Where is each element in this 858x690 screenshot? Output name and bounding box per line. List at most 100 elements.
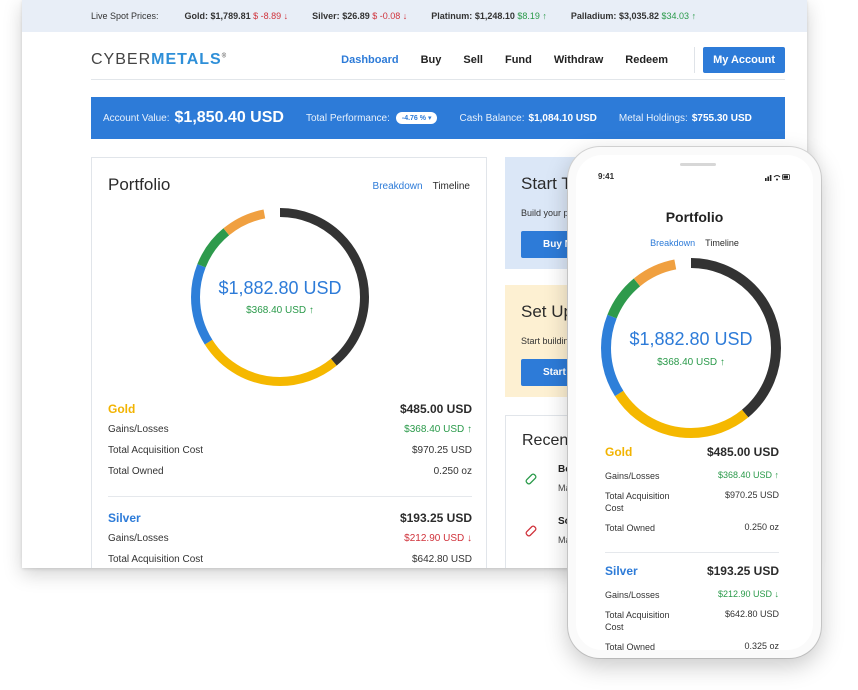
nav-link-withdraw[interactable]: Withdraw xyxy=(554,54,603,66)
silver-owned-row: Total Owned 0.325 oz xyxy=(605,641,779,650)
ticker-name: Platinum: xyxy=(431,11,473,21)
gains-value: $368.40 USD ↑ xyxy=(717,470,779,480)
phone-screen: 9:41 Portfolio Breakdown Timeline $1,882… xyxy=(576,155,813,650)
gains-label: Gains/Losses xyxy=(605,590,660,600)
gold-owned-row: Total Owned 0.250 oz xyxy=(108,466,472,477)
ticker-item-platinum: Platinum: $1,248.10 $8.19 ↑ xyxy=(431,11,547,21)
ticker-item-gold: Gold: $1,789.81 $ -8.89 ↓ xyxy=(185,11,289,21)
cost-value: $970.25 USD xyxy=(411,445,472,456)
donut-center: $1,882.80 USD $368.40 USD ↑ xyxy=(190,207,370,387)
owned-value: 0.250 oz xyxy=(433,466,472,477)
gold-gains-row: Gains/Losses $368.40 USD ↑ xyxy=(108,424,472,435)
divider xyxy=(108,496,472,497)
performance-label: Total Performance: xyxy=(305,112,390,124)
ticker-name: Palladium: xyxy=(570,11,617,21)
gold-header: Gold $485.00 USD xyxy=(108,402,472,416)
phone-donut-chart: $1,882.80 USD $368.40 USD ↑ xyxy=(600,257,782,439)
silver-value: $193.25 USD xyxy=(706,564,779,578)
tab-timeline[interactable]: Timeline xyxy=(705,238,739,248)
phone-time: 9:41 xyxy=(598,172,615,181)
owned-label: Total Owned xyxy=(108,466,164,477)
account-value-label: Account Value: xyxy=(103,112,170,124)
nav-links: Dashboard Buy Sell Fund Withdraw Redeem xyxy=(341,46,696,73)
nav-divider xyxy=(694,46,696,73)
tab-timeline[interactable]: Timeline xyxy=(433,181,470,192)
start-trading-text: Build your po xyxy=(521,208,574,218)
gold-value: $485.00 USD xyxy=(399,402,472,416)
portfolio-donut-chart: $1,882.80 USD $368.40 USD ↑ xyxy=(190,207,370,387)
phone-portfolio-title: Portfolio xyxy=(665,209,724,225)
cash-amount: $1,084.10 USD xyxy=(528,112,597,124)
gold-owned-row: Total Owned 0.250 oz xyxy=(605,522,779,534)
nav-link-redeem[interactable]: Redeem xyxy=(625,54,668,66)
gains-value: $368.40 USD ↑ xyxy=(404,424,472,435)
ticker-item-silver: Silver: $26.89 $ -0.08 ↓ xyxy=(312,11,407,21)
portfolio-gain: $368.40 USD ↑ xyxy=(246,305,314,316)
gold-header: Gold $485.00 USD xyxy=(605,445,779,459)
gold-value: $485.00 USD xyxy=(706,445,779,459)
ticker-change: $8.19 xyxy=(517,11,540,21)
gains-label: Gains/Losses xyxy=(605,471,660,481)
silver-breakdown: Silver $193.25 USD Gains/Losses $212.90 … xyxy=(605,564,779,650)
tab-breakdown[interactable]: Breakdown xyxy=(650,238,695,248)
silver-label: Silver xyxy=(108,511,141,525)
gold-cost-row: Total Acquisition Cost $970.25 USD xyxy=(108,445,472,456)
portfolio-title: Portfolio xyxy=(108,175,171,194)
bar-tag-icon xyxy=(525,473,537,485)
cost-label: Total Acquisition Cost xyxy=(605,610,670,632)
silver-gains-row: Gains/Losses $212.90 USD ↓ xyxy=(605,589,779,601)
portfolio-card: Portfolio Breakdown Timeline $1,882.80 U… xyxy=(91,157,487,568)
nav-link-sell[interactable]: Sell xyxy=(463,54,483,66)
holdings-amount: $755.30 USD xyxy=(691,112,752,124)
gold-label: Gold xyxy=(605,445,633,459)
silver-cost-row: Total Acquisition Cost $642.80 USD xyxy=(605,609,779,633)
gains-value: $212.90 USD ↓ xyxy=(717,589,779,599)
silver-breakdown: Silver $193.25 USD Gains/Losses $212.90 … xyxy=(108,511,472,568)
cost-value: $642.80 USD xyxy=(724,609,779,619)
tab-breakdown[interactable]: Breakdown xyxy=(373,181,423,192)
account-value-amount: $1,850.40 USD xyxy=(174,109,284,126)
bar-tag-icon xyxy=(525,525,537,537)
silver-header: Silver $193.25 USD xyxy=(108,511,472,525)
down-arrow-icon: ↓ xyxy=(402,11,408,21)
cost-label: Total Acquisition Cost xyxy=(108,554,204,565)
nav-link-dashboard[interactable]: Dashboard xyxy=(341,54,398,66)
portfolio-total: $1,882.80 USD xyxy=(629,328,753,349)
gold-breakdown: Gold $485.00 USD Gains/Losses $368.40 US… xyxy=(108,402,472,487)
portfolio-gain: $368.40 USD ↑ xyxy=(657,356,725,368)
nav-link-fund[interactable]: Fund xyxy=(505,54,532,66)
owned-value: 0.250 oz xyxy=(744,522,779,532)
owned-label: Total Owned xyxy=(605,642,656,650)
silver-label: Silver xyxy=(605,564,638,578)
ticker-price: $1,789.81 xyxy=(210,11,251,21)
ticker-name: Silver: xyxy=(312,11,340,21)
up-arrow-icon: ↑ xyxy=(691,11,697,21)
gold-breakdown: Gold $485.00 USD Gains/Losses $368.40 US… xyxy=(605,445,779,542)
up-arrow-icon: ↑ xyxy=(542,11,547,21)
silver-gains-row: Gains/Losses $212.90 USD ↓ xyxy=(108,533,472,544)
ticker-change: $ -0.08 xyxy=(372,11,401,21)
status-icons xyxy=(765,174,790,181)
my-account-button[interactable]: My Account xyxy=(703,46,785,73)
gold-label: Gold xyxy=(108,402,136,416)
cybermetals-logo[interactable]: CYBERMETALS® xyxy=(91,51,227,69)
performance-dropdown[interactable]: -4.76 % ▾ xyxy=(395,112,438,124)
divider xyxy=(605,552,779,553)
setup-text: Start building xyxy=(521,336,574,346)
ticker-label: Live Spot Prices: xyxy=(91,11,159,21)
nav-link-buy[interactable]: Buy xyxy=(421,54,442,66)
metal-holdings: Metal Holdings: $755.30 USD xyxy=(619,113,752,124)
ticker-price: $3,035.82 xyxy=(618,11,659,21)
owned-value: 0.325 oz xyxy=(744,641,779,650)
cost-value: $970.25 USD xyxy=(724,490,779,500)
ticker-price: $26.89 xyxy=(342,11,370,21)
ticker-price: $1,248.10 xyxy=(474,11,515,21)
ticker-change: $ -8.89 xyxy=(253,11,282,21)
logo-text-left: CYBER xyxy=(91,50,152,68)
gold-gains-row: Gains/Losses $368.40 USD ↑ xyxy=(605,470,779,482)
gains-value: $212.90 USD ↓ xyxy=(404,533,472,544)
main-nav: CYBERMETALS® Dashboard Buy Sell Fund Wit… xyxy=(91,40,785,80)
cash-label: Cash Balance: xyxy=(459,112,525,124)
portfolio-total: $1,882.80 USD xyxy=(218,278,342,298)
gains-label: Gains/Losses xyxy=(108,424,169,435)
